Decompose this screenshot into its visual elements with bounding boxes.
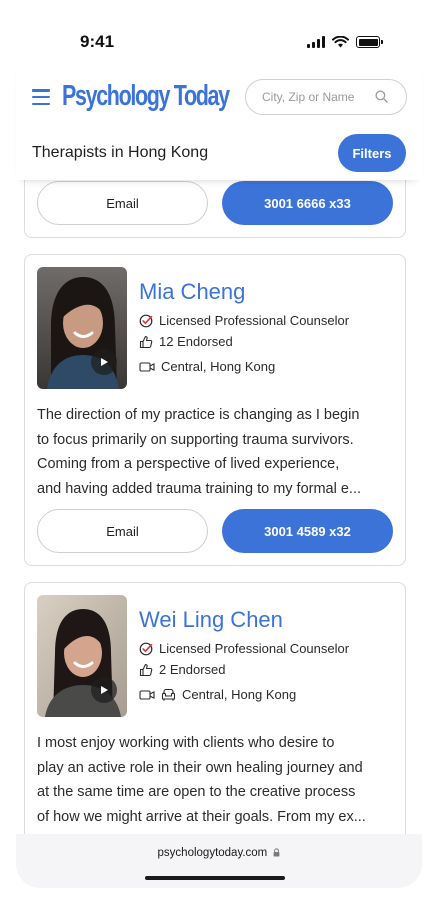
- therapist-name[interactable]: Wei Ling Chen: [139, 607, 283, 633]
- in-person-icon: [161, 688, 176, 701]
- bio-line: play an active role in their own healing…: [37, 759, 363, 776]
- search-icon[interactable]: [375, 90, 388, 103]
- phone-button[interactable]: 3001 4589 x32: [222, 509, 393, 553]
- therapist-photo[interactable]: [37, 267, 127, 389]
- verified-check-icon: [139, 314, 153, 327]
- cellular-signal-icon: [307, 36, 325, 48]
- play-icon[interactable]: [91, 677, 117, 703]
- endorsed-count: 12 Endorsed: [159, 334, 233, 349]
- video-icon: [139, 361, 155, 372]
- credential-row: Licensed Professional Counselor: [139, 313, 349, 328]
- status-icons: [307, 36, 383, 48]
- therapist-location: Central, Hong Kong: [182, 687, 297, 702]
- lock-icon: [274, 848, 280, 857]
- bio-line: The direction of my practice is changing…: [37, 407, 360, 423]
- thumbs-up-icon: [139, 663, 153, 676]
- site-logo[interactable]: Psychology Today: [62, 80, 230, 113]
- endorsed-row: 12 Endorsed: [139, 334, 233, 349]
- therapist-name[interactable]: Mia Cheng: [139, 279, 245, 305]
- bio-line: and having added trauma training to my f…: [37, 480, 362, 497]
- status-time: 9:41: [80, 32, 115, 51]
- bio-line: I most enjoy working with clients who de…: [37, 735, 335, 751]
- bio-line: at the same time are open to the creativ…: [37, 784, 356, 800]
- page-title: Therapists in Hong Kong: [32, 144, 209, 161]
- thumbs-up-icon: [139, 335, 153, 348]
- filters-button[interactable]: Filters: [338, 134, 406, 172]
- battery-icon: [356, 36, 383, 48]
- menu-icon[interactable]: [32, 89, 50, 105]
- bio-line: Coming from a perspective of lived exper…: [37, 456, 340, 472]
- bio-line: to focus primarily on supporting trauma …: [37, 431, 354, 448]
- url-display[interactable]: psychologytoday.com: [16, 847, 422, 859]
- therapist-bio: The direction of my practice is changing…: [37, 403, 397, 501]
- site-header: Psychology Today City, Zip or Name Thera…: [16, 62, 422, 180]
- status-bar: 9:41: [0, 0, 438, 62]
- email-button[interactable]: Email: [37, 509, 208, 553]
- therapist-card: Mia Cheng Licensed Professional Counselo…: [24, 254, 406, 566]
- endorsed-row: 2 Endorsed: [139, 662, 226, 677]
- play-icon[interactable]: [91, 349, 117, 375]
- therapist-bio: I most enjoy working with clients who de…: [37, 731, 397, 829]
- location-row: Central, Hong Kong: [139, 359, 275, 374]
- wifi-icon: [332, 36, 349, 48]
- credential-row: Licensed Professional Counselor: [139, 641, 349, 656]
- browser-address-bar[interactable]: psychologytoday.com: [16, 834, 422, 888]
- therapist-title: Licensed Professional Counselor: [159, 641, 350, 656]
- therapist-title: Licensed Professional Counselor: [159, 313, 350, 328]
- home-indicator: [145, 876, 285, 880]
- video-icon: [139, 689, 155, 700]
- location-row: Central, Hong Kong: [139, 687, 296, 702]
- endorsed-count: 2 Endorsed: [159, 662, 226, 677]
- therapist-photo[interactable]: [37, 595, 127, 717]
- therapist-location: Central, Hong Kong: [161, 359, 276, 374]
- search-input[interactable]: City, Zip or Name: [245, 79, 407, 115]
- email-button[interactable]: Email: [37, 181, 208, 225]
- phone-button[interactable]: 3001 6666 x33: [222, 181, 393, 225]
- url-text: psychologytoday.com: [157, 847, 268, 859]
- verified-check-icon: [139, 642, 153, 655]
- bio-line: of how we might arrive at their goals. F…: [37, 808, 366, 825]
- search-placeholder: City, Zip or Name: [262, 90, 355, 104]
